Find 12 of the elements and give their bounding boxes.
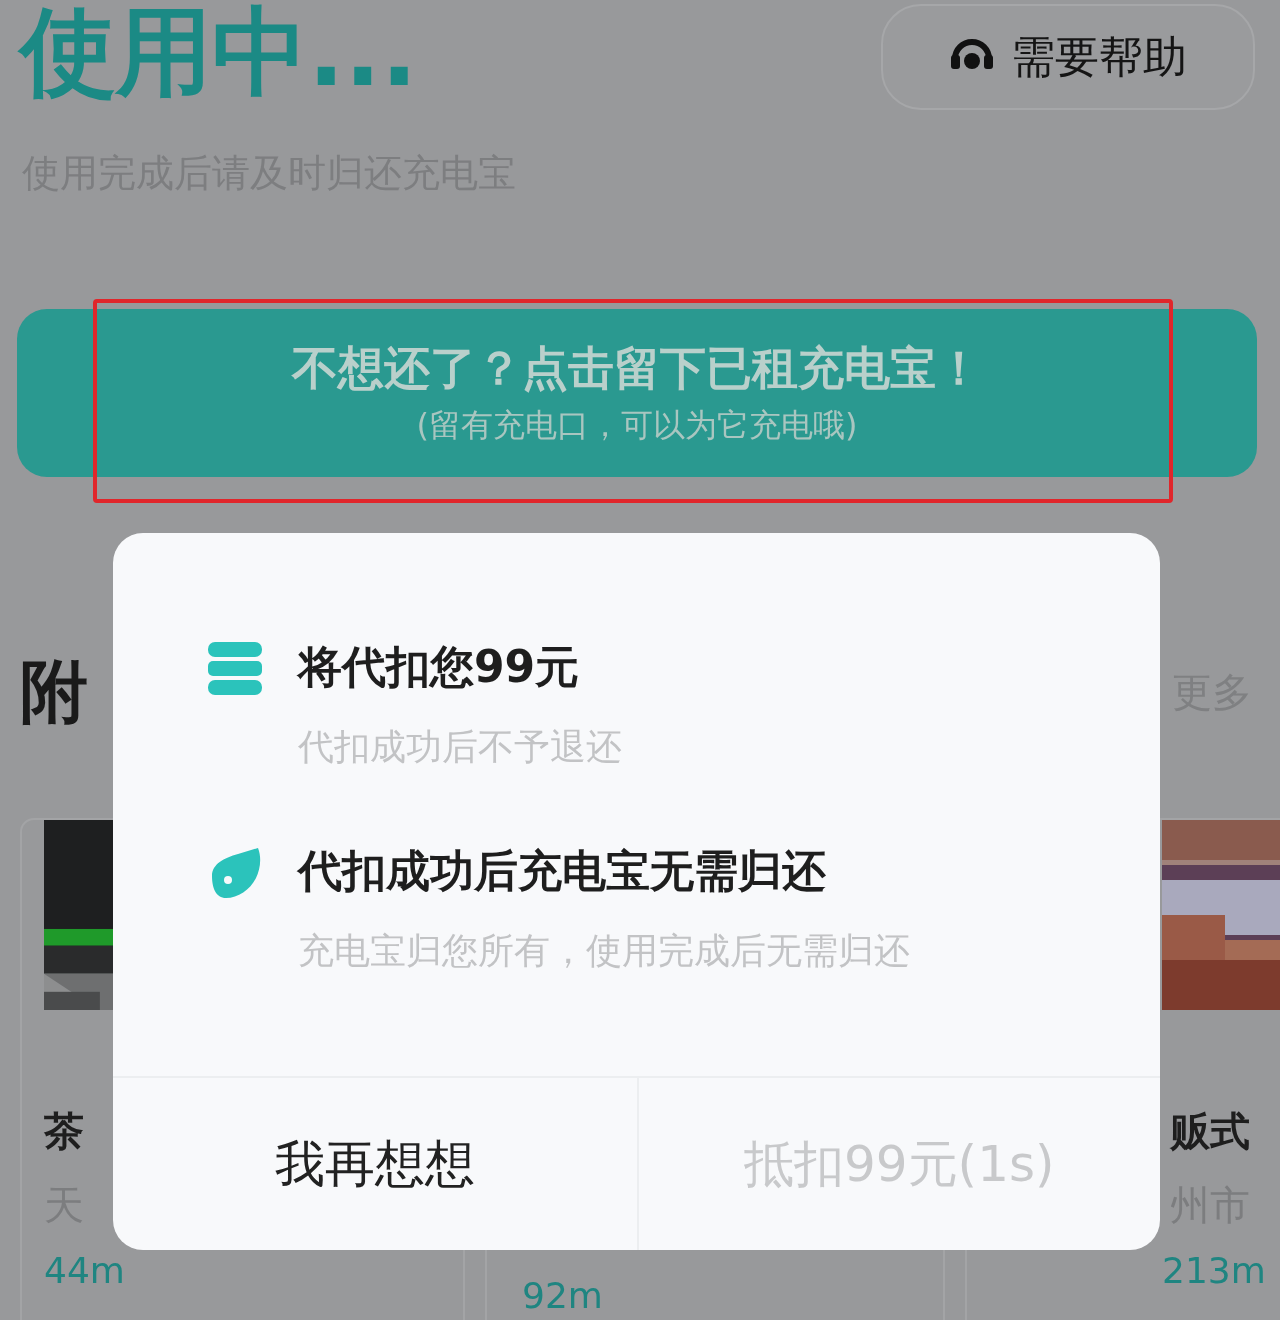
item-title: 将代扣您99元 (298, 640, 581, 694)
distance: 213m (1162, 1250, 1266, 1291)
keep-power-bank-button[interactable]: 不想还了？点击留下已租充电宝！ (留有充电口，可以为它充电哦) (17, 309, 1257, 477)
coin-stack-icon (208, 642, 262, 696)
distance: 92m (522, 1275, 603, 1316)
place-name: 茶 (44, 1107, 84, 1156)
section-title: 附 (20, 651, 88, 733)
help-button[interactable]: 需要帮助 (881, 4, 1255, 110)
item-title: 代扣成功后充电宝无需归还 (298, 844, 827, 898)
dialog-button[interactable]: 我再想想 (113, 1078, 637, 1250)
place-name: 贩式 (1169, 1107, 1250, 1156)
distance: 44m (44, 1250, 125, 1291)
